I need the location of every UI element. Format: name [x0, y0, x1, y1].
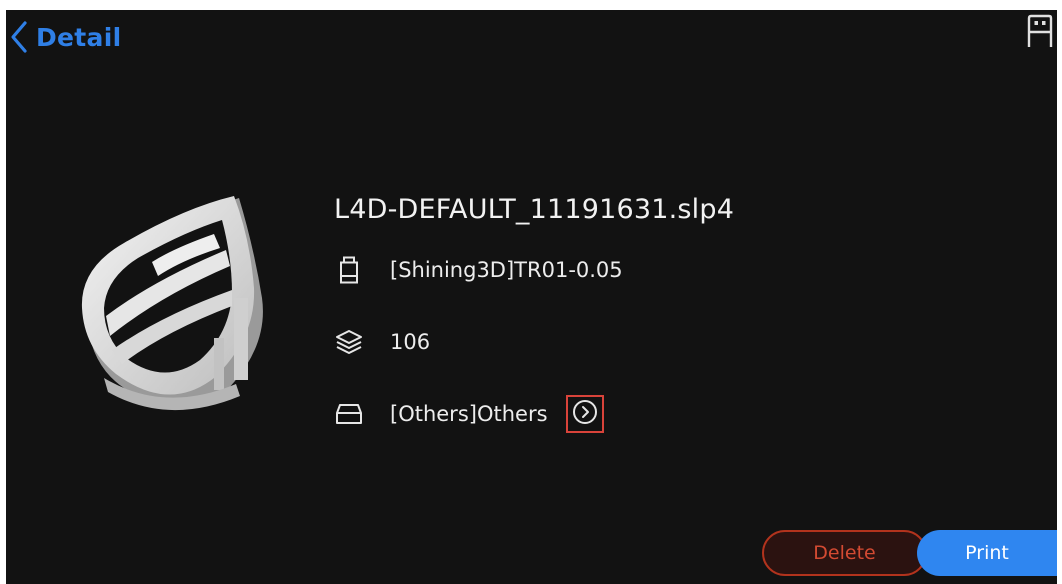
back-label: Detail [36, 22, 122, 52]
chevron-left-icon [10, 20, 28, 54]
resin-row: [Shining3D]TR01-0.05 [334, 250, 734, 290]
delete-button[interactable]: Delete [762, 530, 927, 576]
print-detail-screen: Detail L4D-DEFAULT_11191631.slp4 [Shinin… [6, 10, 1057, 584]
back-button[interactable]: Detail [10, 20, 121, 54]
model-thumbnail [64, 188, 274, 424]
layers-count: 106 [390, 330, 431, 354]
material-label: [Others]Others [390, 402, 548, 426]
material-details-button[interactable] [565, 395, 604, 433]
material-row: [Others]Others [334, 394, 734, 434]
layers-icon [334, 327, 364, 357]
printer-platform-icon [334, 399, 364, 429]
printer-usb-icon [1025, 14, 1055, 48]
resin-label: [Shining3D]TR01-0.05 [390, 258, 623, 282]
file-info: L4D-DEFAULT_11191631.slp4 [Shining3D]TR0… [334, 186, 734, 466]
chevron-right-circle-icon [572, 399, 598, 429]
file-name: L4D-DEFAULT_11191631.slp4 [334, 194, 735, 225]
resin-bottle-icon [334, 255, 364, 285]
layers-row: 106 [334, 322, 734, 362]
print-button[interactable]: Print [917, 530, 1057, 576]
